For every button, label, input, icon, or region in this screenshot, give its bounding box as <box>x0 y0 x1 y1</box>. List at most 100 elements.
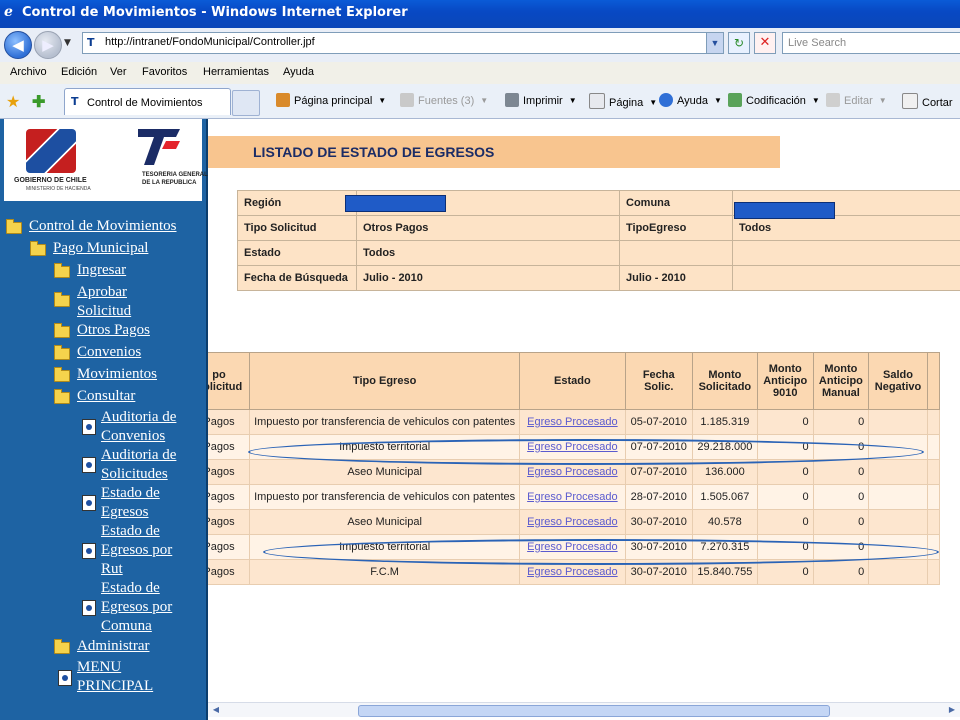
tesoreria-logo-icon <box>138 129 180 165</box>
chevron-down-icon: ▼ <box>649 98 658 107</box>
sidebar-item-pago-municipal[interactable]: Pago Municipal <box>53 239 148 258</box>
gobierno-shield-icon <box>26 129 76 173</box>
col-monto-anticipo-9010[interactable]: Monto Anticipo 9010 <box>756 352 814 410</box>
main-content: LISTADO DE ESTADO DE EGRESOS Región Comu… <box>208 119 960 720</box>
refresh-icon[interactable]: ↻ <box>728 32 750 54</box>
chevron-down-icon: ▼ <box>568 96 577 105</box>
history-dropdown-icon[interactable]: ▼ <box>64 38 71 48</box>
col-saldo-negativo[interactable]: Saldo Negativo <box>868 352 928 410</box>
horizontal-scrollbar[interactable]: ◀ ▶ <box>208 702 960 717</box>
col-tipo-solicitud[interactable]: po Solicitud <box>208 352 251 410</box>
sidebar-item-auditoria-convenios[interactable]: Auditoria de Convenios <box>101 408 186 446</box>
scroll-left-icon[interactable]: ◀ <box>210 704 222 716</box>
tipo-egreso-value: Todos <box>732 215 960 241</box>
encoding-button[interactable]: Codificación ▼ <box>728 93 820 107</box>
page-title-banner: LISTADO DE ESTADO DE EGRESOS <box>208 136 780 168</box>
address-bar[interactable]: T http://intranet/FondoMunicipal/Control… <box>82 32 724 54</box>
estado-link[interactable]: Egreso Procesado <box>527 516 618 528</box>
chevron-down-icon: ▼ <box>378 96 387 105</box>
empty-cell <box>732 240 960 266</box>
scissors-icon <box>902 93 918 109</box>
command-bar: ★ ✚ T Control de Movimientos Página prin… <box>0 84 960 119</box>
redaction-box <box>734 202 835 219</box>
page-icon <box>58 670 72 686</box>
page-icon <box>82 457 96 473</box>
tipo-solicitud-value: Otros Pagos <box>356 215 620 241</box>
print-button[interactable]: Imprimir ▼ <box>505 93 577 107</box>
sidebar-item-estado-egresos-rut[interactable]: Estado de Egresos por Rut <box>101 522 186 579</box>
estado-link[interactable]: Egreso Procesado <box>527 566 618 578</box>
page-icon <box>82 419 96 435</box>
menu-archivo[interactable]: Archivo <box>10 66 47 78</box>
menu-herramientas[interactable]: Herramientas <box>203 66 269 78</box>
sidebar-item-aprobar-solicitud[interactable]: Aprobar Solicitud <box>77 283 147 321</box>
forward-arrow-icon[interactable]: ▶ <box>34 31 62 59</box>
tipo-solicitud-label: Tipo Solicitud <box>237 215 357 241</box>
cut-button[interactable]: Cortar <box>902 93 953 109</box>
tab-favicon-icon: T <box>71 95 79 108</box>
tipo-egreso-label: TipoEgreso <box>619 215 733 241</box>
col-tipo-egreso[interactable]: Tipo Egreso <box>249 352 521 410</box>
edit-icon <box>826 93 840 107</box>
home-icon <box>276 93 290 107</box>
table-row: Pagos Aseo Municipal Egreso Procesado 30… <box>208 509 941 535</box>
sidebar-item-auditoria-solicitudes[interactable]: Auditoria de Solicitudes <box>101 446 186 484</box>
scrollbar-thumb[interactable] <box>358 705 830 717</box>
folder-icon <box>6 219 22 234</box>
estado-link[interactable]: Egreso Procesado <box>527 416 618 428</box>
stop-icon[interactable]: ✕ <box>754 32 776 54</box>
col-estado[interactable]: Estado <box>519 352 626 410</box>
region-label: Región <box>237 190 357 216</box>
chevron-down-icon: ▼ <box>878 96 887 105</box>
col-monto-anticipo-manual[interactable]: Monto Anticipo Manual <box>812 352 870 410</box>
help-icon <box>659 93 673 107</box>
new-tab-button[interactable] <box>232 90 260 116</box>
logo-left-subtext: MINISTERIO DE HACIENDA <box>26 186 91 192</box>
page-icon <box>82 543 96 559</box>
search-input[interactable]: Live Search <box>782 32 960 54</box>
window-title: Control de Movimientos - Windows Interne… <box>22 5 408 20</box>
sidebar-item-control-movimientos[interactable]: Control de Movimientos <box>29 217 177 236</box>
sidebar-navigation: GOBIERNO DE CHILE MINISTERIO DE HACIENDA… <box>0 119 208 720</box>
address-toolbar: ◀ ▶ ▼ T http://intranet/FondoMunicipal/C… <box>0 28 960 63</box>
sidebar-item-menu-principal[interactable]: MENU PRINCIPAL <box>77 658 167 696</box>
sidebar-item-administrar[interactable]: Administrar <box>77 637 150 656</box>
favorites-star-icon[interactable]: ★ <box>6 92 20 112</box>
printer-icon <box>505 93 519 107</box>
edit-button[interactable]: Editar ▼ <box>826 93 887 107</box>
tab-control-de-movimientos[interactable]: T Control de Movimientos <box>64 88 231 115</box>
table-row: Pagos Impuesto por transferencia de vehi… <box>208 409 941 435</box>
help-button[interactable]: Ayuda ▼ <box>659 93 722 107</box>
menu-edicion[interactable]: Edición <box>61 66 97 78</box>
sidebar-item-ingresar[interactable]: Ingresar <box>77 261 126 280</box>
encoding-icon <box>728 93 742 107</box>
estado-link[interactable]: Egreso Procesado <box>527 466 618 478</box>
sidebar-item-otros-pagos[interactable]: Otros Pagos <box>77 321 150 340</box>
sidebar-item-estado-egresos-comuna[interactable]: Estado de Egresos por Comuna <box>101 579 186 636</box>
sidebar-item-estado-egresos[interactable]: Estado de Egresos <box>101 484 186 522</box>
home-button[interactable]: Página principal ▼ <box>276 93 386 107</box>
col-monto-solicitado[interactable]: Monto Solicitado <box>691 352 758 410</box>
address-dropdown-icon[interactable]: ▼ <box>706 33 723 53</box>
col-fecha-solic[interactable]: Fecha Solic. <box>624 352 693 410</box>
fecha-busqueda-label: Fecha de Búsqueda <box>237 265 357 291</box>
logo-left-text: GOBIERNO DE CHILE <box>14 177 87 184</box>
feeds-button[interactable]: Fuentes (3) ▼ <box>400 93 488 107</box>
page-icon <box>82 600 96 616</box>
estado-link[interactable]: Egreso Procesado <box>527 491 618 503</box>
sidebar-item-convenios[interactable]: Convenios <box>77 343 141 362</box>
empty-cell <box>732 265 960 291</box>
scroll-right-icon[interactable]: ▶ <box>946 704 958 716</box>
menu-bar: Archivo Edición Ver Favoritos Herramient… <box>0 62 960 85</box>
sidebar-item-movimientos[interactable]: Movimientos <box>77 365 157 384</box>
menu-favoritos[interactable]: Favoritos <box>142 66 187 78</box>
menu-ayuda[interactable]: Ayuda <box>283 66 314 78</box>
page-menu-button[interactable]: Página ▼ <box>589 93 657 109</box>
chevron-down-icon: ▼ <box>480 96 489 105</box>
menu-ver[interactable]: Ver <box>110 66 127 78</box>
chevron-down-icon: ▼ <box>811 96 820 105</box>
page-title: LISTADO DE ESTADO DE EGRESOS <box>253 144 495 160</box>
sidebar-item-consultar[interactable]: Consultar <box>77 387 135 406</box>
add-favorite-icon[interactable]: ✚ <box>32 92 45 112</box>
back-arrow-icon[interactable]: ◀ <box>4 31 32 59</box>
